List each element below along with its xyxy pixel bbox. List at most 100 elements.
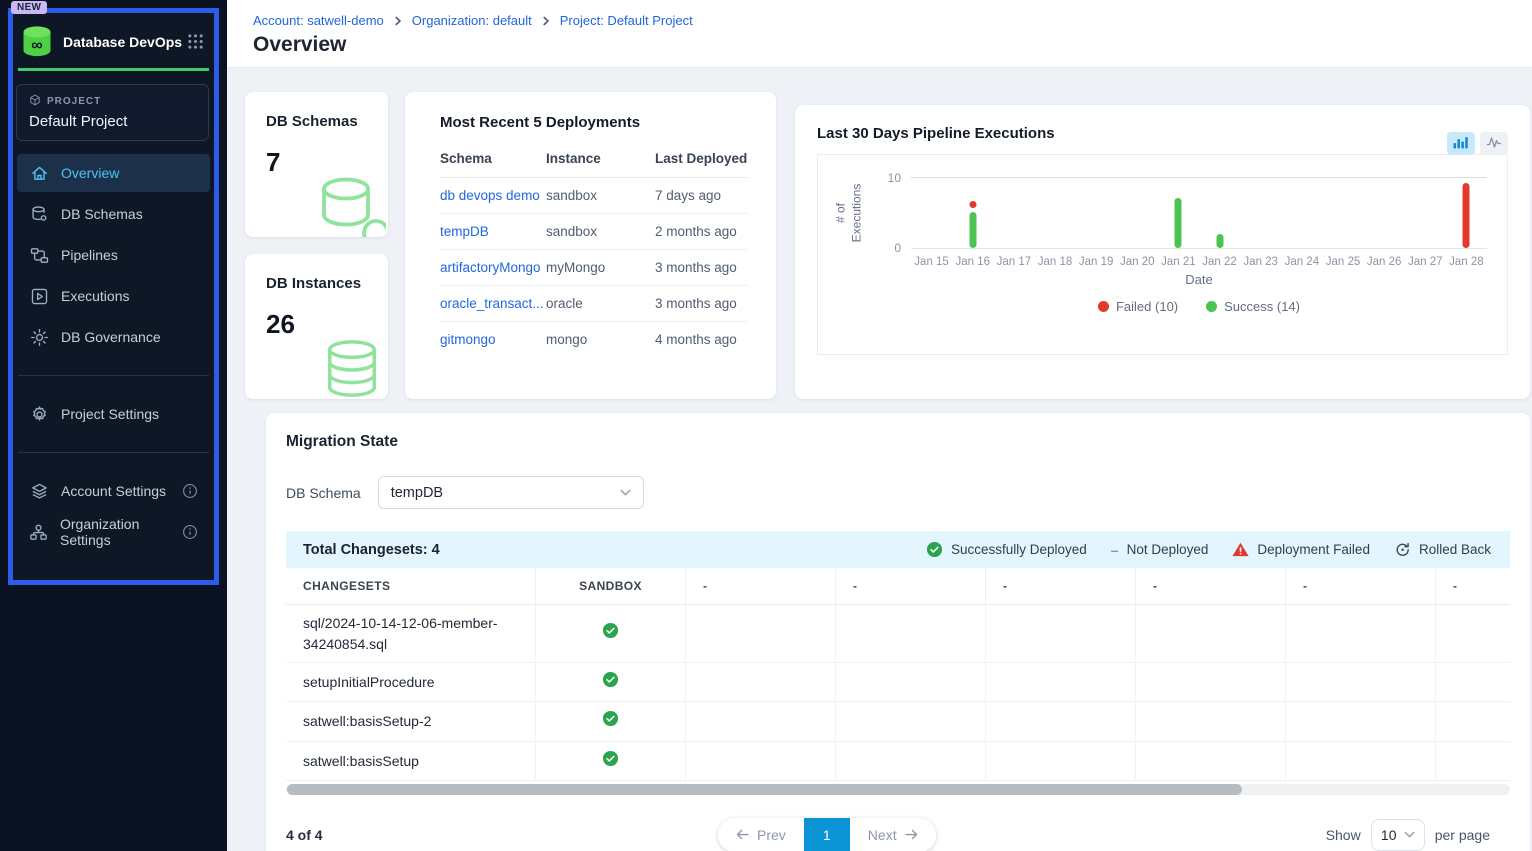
db-schemas-icon	[29, 204, 49, 224]
sidebar-item-label: Account Settings	[61, 483, 166, 499]
failed-bar	[1463, 183, 1470, 248]
sidebar-item-overview[interactable]: Overview	[17, 154, 210, 192]
changeset-cell: satwell:basisSetup-2	[286, 702, 536, 741]
breadcrumb-link[interactable]: Organization: default	[412, 13, 532, 28]
main-area: Account: satwell-demo Organization: defau…	[227, 0, 1532, 851]
chart-legend: Failed (10) Success (14)	[911, 299, 1487, 314]
success-check-icon	[602, 750, 619, 772]
x-tick-label: Jan 17	[993, 256, 1034, 268]
breadcrumb-link[interactable]: Project: Default Project	[560, 13, 693, 28]
chart-type-toggle	[1447, 132, 1508, 155]
executions-icon	[29, 286, 49, 306]
empty-status-cell	[1286, 663, 1436, 702]
svg-text:∞: ∞	[31, 37, 42, 54]
schema-link[interactable]: artifactoryMongo	[440, 260, 541, 275]
line-chart-toggle[interactable]	[1480, 132, 1508, 155]
column-header: -	[1136, 568, 1286, 605]
success-bar	[1216, 234, 1223, 248]
sandbox-status-cell	[536, 605, 686, 663]
app-grid-icon[interactable]	[187, 33, 204, 50]
info-icon[interactable]	[182, 524, 198, 540]
deployment-row: oracle_transact...oracle3 months ago	[440, 286, 748, 322]
sidebar-item-label: Executions	[61, 288, 129, 304]
empty-status-cell	[986, 663, 1136, 702]
breadcrumb-link[interactable]: Account: satwell-demo	[253, 13, 384, 28]
x-tick-label: Jan 20	[1117, 256, 1158, 268]
deployments-title: Most Recent 5 Deployments	[440, 114, 748, 131]
sidebar-item-db-schemas[interactable]: DB Schemas	[17, 195, 210, 233]
next-label: Next	[868, 827, 897, 843]
empty-status-cell	[1136, 742, 1286, 781]
breadcrumb-chevron-icon	[541, 16, 551, 26]
page-number-button[interactable]: 1	[804, 818, 850, 851]
sidebar-item-pipelines[interactable]: Pipelines	[17, 236, 210, 274]
project-selector[interactable]: PROJECT Default Project	[16, 84, 209, 141]
arrow-right-icon	[905, 827, 918, 843]
gear-icon	[29, 404, 49, 424]
scrollbar-thumb[interactable]	[287, 784, 1242, 795]
sidebar-nav-main: Overview DB Schemas Pipelines Executions DB …	[13, 154, 214, 356]
x-tick-label: Jan 27	[1405, 256, 1446, 268]
schema-link[interactable]: gitmongo	[440, 332, 496, 347]
x-tick-label: Jan 28	[1446, 256, 1487, 268]
prev-page-button[interactable]: Prev	[718, 818, 804, 851]
show-label: Show	[1326, 827, 1361, 843]
sidebar-item-executions[interactable]: Executions	[17, 277, 210, 315]
sandbox-status-cell	[536, 663, 686, 702]
empty-status-cell	[1286, 605, 1436, 663]
line-chart-icon	[1486, 136, 1502, 151]
sidebar-item-db-governance[interactable]: DB Governance	[17, 318, 210, 356]
bar-chart-toggle[interactable]	[1447, 132, 1475, 155]
legend-dot-icon	[1206, 301, 1217, 312]
empty-status-cell	[686, 742, 836, 781]
schema-link[interactable]: db devops demo	[440, 188, 540, 203]
success-bar	[1175, 198, 1182, 248]
new-badge: NEW	[11, 1, 47, 14]
empty-status-cell	[686, 702, 836, 741]
last-deployed-cell: 2 months ago	[655, 214, 748, 250]
sidebar-item-project-settings[interactable]: Project Settings	[17, 395, 210, 433]
page-size-select[interactable]: 10	[1371, 819, 1425, 851]
column-header: Last Deployed	[655, 151, 748, 178]
db-schema-select[interactable]: tempDB	[378, 476, 644, 509]
success-bar	[969, 212, 976, 248]
sidebar-item-organization-settings[interactable]: Organization Settings	[17, 513, 210, 551]
arrow-left-icon	[736, 827, 749, 843]
sidebar-item-label: DB Schemas	[61, 206, 143, 222]
empty-status-cell	[1136, 605, 1286, 663]
x-axis-label: Date	[911, 272, 1487, 287]
home-icon	[29, 163, 49, 183]
schema-link[interactable]: tempDB	[440, 224, 489, 239]
pager: Prev 1 Next	[718, 818, 936, 851]
x-tick-label: Jan 22	[1199, 256, 1240, 268]
info-icon[interactable]	[182, 483, 198, 499]
schema-link[interactable]: oracle_transact...	[440, 296, 544, 311]
content: DB Schemas 7 DB Instances 26 Most Recent…	[227, 68, 1532, 851]
x-tick-label: Jan 26	[1364, 256, 1405, 268]
column-header: CHANGESETS	[286, 568, 536, 605]
per-page-label: per page	[1435, 827, 1490, 843]
app-title: Database DevOps	[63, 34, 187, 50]
last-deployed-cell: 4 months ago	[655, 322, 748, 358]
column-header: -	[1286, 568, 1436, 605]
chevron-down-icon	[620, 489, 631, 497]
next-page-button[interactable]: Next	[850, 818, 936, 851]
status-legend-item: Deployment Failed	[1232, 542, 1370, 557]
empty-status-cell	[686, 663, 836, 702]
sidebar-item-label: DB Governance	[61, 329, 161, 345]
project-name: Default Project	[29, 113, 198, 130]
instance-cell: oracle	[546, 286, 655, 322]
empty-status-cell	[836, 702, 986, 741]
sidebar-item-account-settings[interactable]: Account Settings	[17, 472, 210, 510]
status-legend: Successfully Deployed–Not DeployedDeploy…	[926, 541, 1493, 558]
legend-label: Failed (10)	[1116, 299, 1178, 314]
status-legend-label: Successfully Deployed	[951, 542, 1087, 557]
governance-icon	[29, 327, 49, 347]
empty-status-cell	[836, 663, 986, 702]
empty-status-cell	[1136, 663, 1286, 702]
success-check-icon	[602, 671, 619, 693]
column-header: -	[836, 568, 986, 605]
last-deployed-cell: 3 months ago	[655, 250, 748, 286]
deployment-row: artifactoryMongomyMongo3 months ago	[440, 250, 748, 286]
legend-item-success: Success (14)	[1206, 299, 1300, 314]
